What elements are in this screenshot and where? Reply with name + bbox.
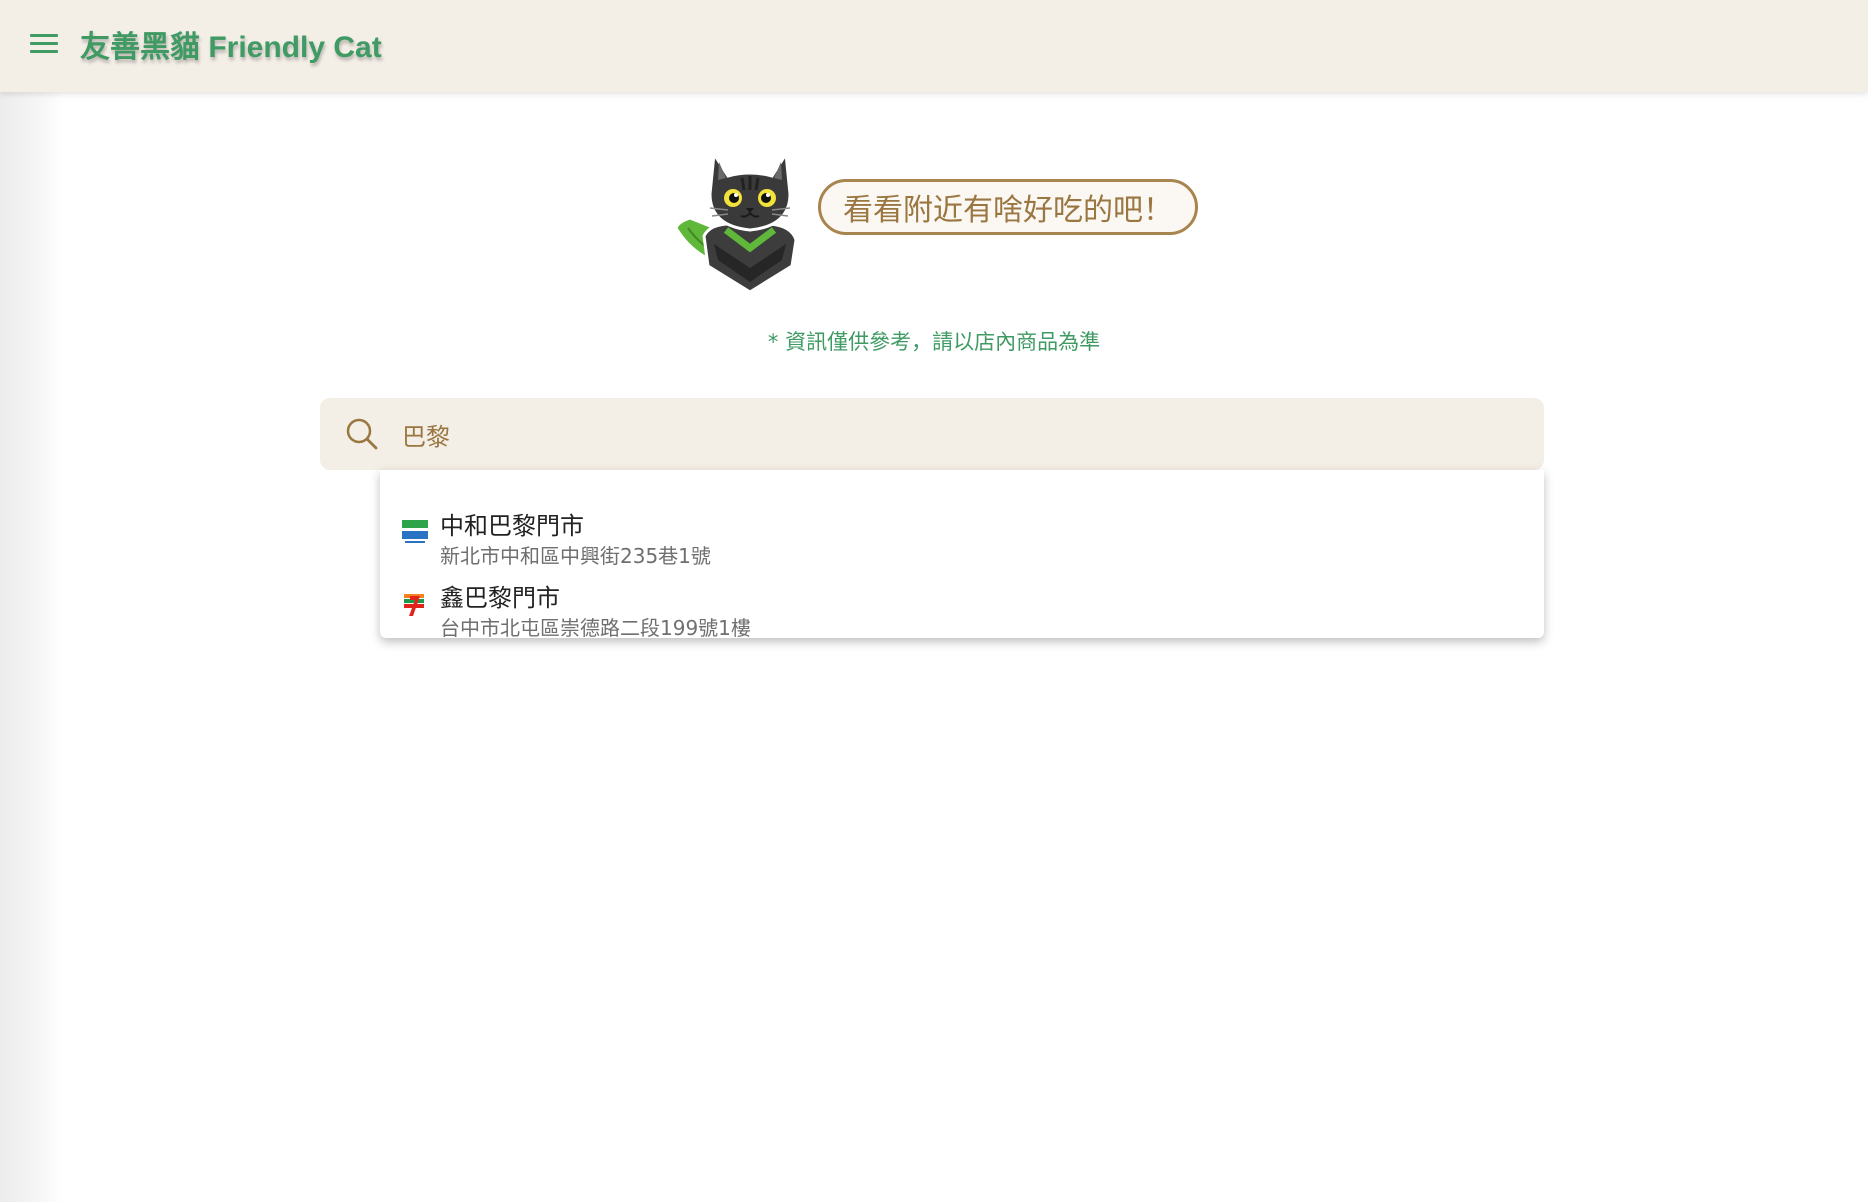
familymart-logo-icon	[402, 520, 428, 543]
search-input[interactable]	[390, 398, 1520, 470]
app-title: 友善黑貓 Friendly Cat	[80, 31, 382, 64]
list-item[interactable]: 鑫巴黎門市 台中市北屯區崇德路二段199號1樓	[380, 562, 1544, 640]
store-name: 鑫巴黎門市	[440, 584, 560, 612]
app-bar: 友善黑貓 Friendly Cat	[0, 0, 1868, 92]
menu-button[interactable]	[24, 28, 64, 60]
black-cat-mascot-icon	[674, 149, 798, 294]
store-address: 台中市北屯區崇德路二段199號1樓	[440, 616, 751, 640]
list-item[interactable]: 中和巴黎門市 新北市中和區中興街235巷1號	[380, 490, 1544, 568]
store-name: 中和巴黎門市	[440, 512, 584, 540]
disclaimer-text: * 資訊僅供參考，請以店內商品為準	[767, 330, 1101, 354]
seven-eleven-logo-icon	[404, 594, 424, 616]
hero: 看看附近有啥好吃的吧！	[670, 140, 1210, 300]
left-edge-shadow	[0, 92, 64, 1202]
search-results-dropdown: 中和巴黎門市 新北市中和區中興街235巷1號 鑫巴黎門市 台中市北屯區崇德路二段…	[380, 470, 1544, 640]
speech-bubble: 看看附近有啥好吃的吧！	[818, 179, 1198, 235]
search-icon	[346, 418, 378, 450]
search-bar[interactable]	[320, 398, 1544, 470]
